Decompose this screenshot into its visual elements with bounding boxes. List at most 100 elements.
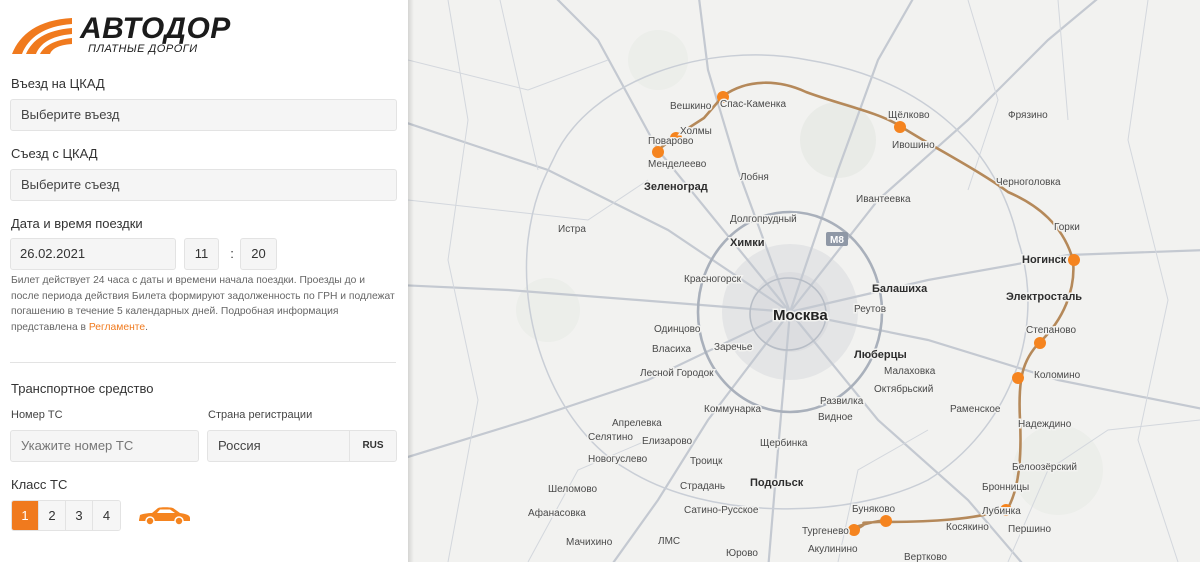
vehicle-section-title: Транспортное средство <box>11 381 154 396</box>
place-label: Менделеево <box>648 159 707 170</box>
plate-input[interactable]: Укажите номер ТС <box>10 430 199 462</box>
place-label: Сатино-Русское <box>684 505 759 516</box>
entry-label: Въезд на ЦКАД <box>11 76 105 91</box>
place-label: Елизарово <box>642 436 693 447</box>
place-label: Раменское <box>950 404 1001 415</box>
map-marker[interactable] <box>1068 254 1080 266</box>
datetime-label: Дата и время поездки <box>11 216 143 231</box>
map-marker[interactable] <box>894 121 906 133</box>
regulations-link[interactable]: Регламенте <box>89 322 145 333</box>
plate-label: Номер ТС <box>11 409 63 421</box>
place-label: Москва <box>773 307 828 324</box>
vehicle-class-label: Класс ТС <box>11 477 68 492</box>
exit-label: Съезд с ЦКАД <box>11 146 98 161</box>
country-code: RUS <box>349 431 396 461</box>
class-option-1[interactable]: 1 <box>12 501 39 530</box>
svg-text:М8: М8 <box>830 235 844 246</box>
country-value: Россия <box>218 438 261 453</box>
place-label: Ногинск <box>1022 254 1067 266</box>
place-label: Коммунарка <box>704 404 761 415</box>
map-view[interactable]: М8 Москва Зеленоград Химки Балашиха Любе… <box>408 0 1200 562</box>
place-label: Вешкино <box>670 101 712 112</box>
place-label: Буняково <box>852 504 896 515</box>
place-label: Электросталь <box>1006 291 1082 303</box>
class-option-3[interactable]: 3 <box>66 501 93 530</box>
ticket-note-text: Билет действует 24 часа с даты и времени… <box>11 275 395 333</box>
place-label: Тургенево <box>802 526 849 537</box>
map-marker[interactable] <box>880 515 892 527</box>
place-label: Октябрьский <box>874 383 933 395</box>
exit-select[interactable]: Выберите съезд <box>10 169 397 201</box>
place-label: Лесной Городок <box>640 368 714 379</box>
class-option-2[interactable]: 2 <box>39 501 66 530</box>
place-label: Мачихино <box>566 537 613 548</box>
place-label: Фрязино <box>1008 110 1048 121</box>
date-input[interactable]: 26.02.2021 <box>10 238 176 270</box>
class-option-4[interactable]: 4 <box>93 501 120 530</box>
place-label: Поварово <box>648 136 694 147</box>
place-label: Балашиха <box>872 283 928 295</box>
map-canvas[interactable]: М8 Москва Зеленоград Химки Балашиха Любе… <box>408 0 1200 562</box>
place-label: Бронницы <box>982 482 1029 493</box>
place-label: Коломино <box>1034 370 1081 381</box>
place-label: Реутов <box>854 304 886 315</box>
map-marker[interactable] <box>652 146 664 158</box>
place-label: Косякино <box>946 522 989 533</box>
place-label: Видное <box>818 412 853 423</box>
place-label: Спас-Каменка <box>720 99 786 110</box>
place-label: Степаново <box>1026 325 1077 336</box>
place-label: Шеломово <box>548 484 598 495</box>
hour-input[interactable]: 11 <box>184 238 219 270</box>
map-shadow <box>408 0 414 562</box>
place-label: Апрелевка <box>612 418 662 429</box>
place-label: Люберцы <box>854 349 907 361</box>
place-label: Холмы <box>680 126 712 137</box>
map-marker[interactable] <box>1012 372 1024 384</box>
place-label: Одинцово <box>654 324 701 335</box>
place-label: Развилка <box>820 396 864 407</box>
place-label: Надеждино <box>1018 419 1072 430</box>
place-label: Лобня <box>740 171 769 183</box>
brand-title: АВТОДОР <box>80 12 231 45</box>
car-icon <box>139 507 190 526</box>
place-label: Страдань <box>680 481 725 492</box>
place-label: Белоозёрский <box>1012 462 1077 473</box>
place-label: Вертково <box>904 552 947 562</box>
place-label: Селятино <box>588 432 633 443</box>
country-label: Страна регистрации <box>208 409 313 421</box>
place-label: Красногорск <box>684 274 742 285</box>
place-label: Афанасовка <box>528 507 586 519</box>
ticket-note-end: . <box>145 321 148 333</box>
map-marker[interactable] <box>848 524 860 536</box>
country-select[interactable]: Россия RUS <box>207 430 397 462</box>
place-label: Лубинка <box>982 505 1021 517</box>
avtodor-logo[interactable]: АВТОДОР ПЛАТНЫЕ ДОРОГИ <box>10 12 250 56</box>
place-label: Щёлково <box>888 110 930 121</box>
place-label: Горки <box>1054 222 1080 233</box>
place-label: Щербинка <box>760 437 808 449</box>
place-label: Ивантеевка <box>856 194 911 205</box>
place-label: Заречье <box>714 342 753 353</box>
ticket-note: Билет действует 24 часа с даты и времени… <box>11 273 396 335</box>
vehicle-class-selector: 1 2 3 4 <box>11 500 121 531</box>
place-label: Власиха <box>652 344 692 355</box>
m8-road-badge: М8 <box>826 232 848 246</box>
place-label: Истра <box>558 224 586 235</box>
place-label: Долгопрудный <box>730 214 797 225</box>
place-label: Малаховка <box>884 366 936 377</box>
place-label: Першино <box>1008 524 1051 535</box>
place-label: Троицк <box>690 456 723 467</box>
place-label: ЛМС <box>658 536 680 547</box>
map-marker[interactable] <box>1034 337 1046 349</box>
place-label: Новогуслево <box>588 454 648 465</box>
avtodor-road-icon <box>12 18 72 54</box>
time-separator: : <box>230 246 234 261</box>
section-divider <box>10 362 396 363</box>
minute-input[interactable]: 20 <box>240 238 277 270</box>
brand-subtitle: ПЛАТНЫЕ ДОРОГИ <box>88 43 198 55</box>
place-label: Юрово <box>726 548 758 559</box>
entry-select[interactable]: Выберите въезд <box>10 99 397 131</box>
place-label: Зеленоград <box>644 181 708 193</box>
place-label: Подольск <box>750 477 804 489</box>
place-label: Ивошино <box>892 140 935 151</box>
